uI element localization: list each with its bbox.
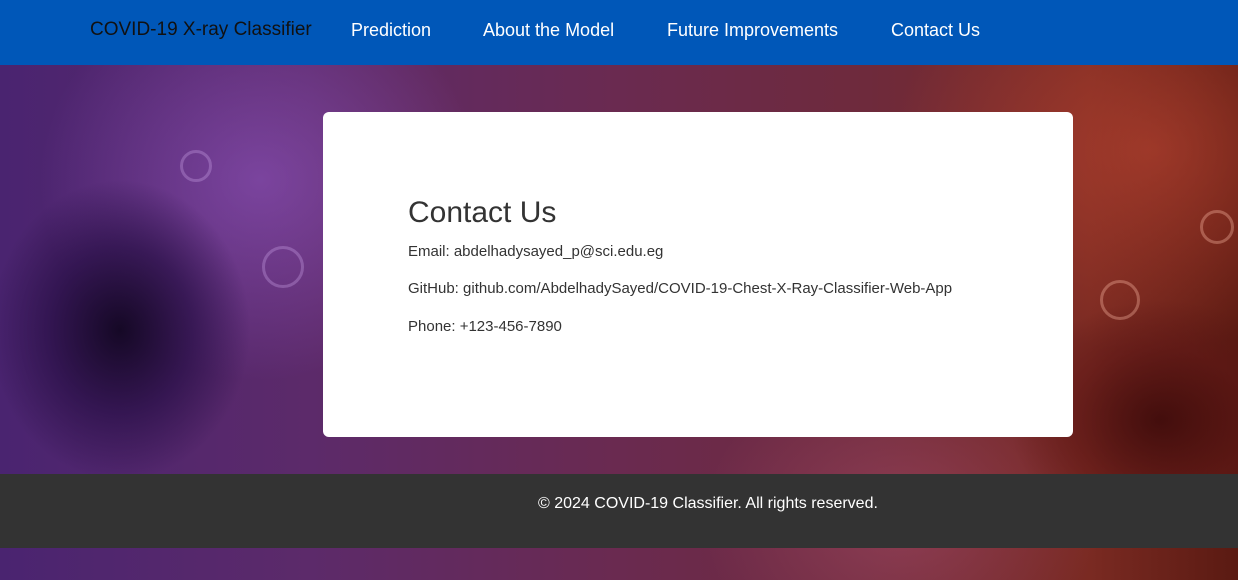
brand-title[interactable]: COVID-19 X-ray Classifier: [90, 19, 312, 41]
virus-spike-decoration: [262, 246, 304, 288]
page-footer: © 2024 COVID-19 Classifier. All rights r…: [0, 474, 1238, 548]
contact-email: Email: abdelhadysayed_p@sci.edu.eg: [408, 243, 664, 260]
contact-card: Contact Us Email: abdelhadysayed_p@sci.e…: [323, 112, 1073, 437]
virus-spike-decoration: [180, 150, 212, 182]
virus-spike-decoration: [1200, 210, 1234, 244]
top-navbar: COVID-19 X-ray Classifier Prediction Abo…: [0, 0, 1238, 65]
nav-link-prediction[interactable]: Prediction: [351, 20, 431, 41]
contact-title: Contact Us: [408, 196, 557, 229]
footer-copyright: © 2024 COVID-19 Classifier. All rights r…: [538, 495, 878, 512]
nav-link-contact-us[interactable]: Contact Us: [891, 20, 980, 41]
contact-github: GitHub: github.com/AbdelhadySayed/COVID-…: [408, 280, 953, 297]
nav-link-about-model[interactable]: About the Model: [483, 20, 614, 41]
nav-link-future-improvements[interactable]: Future Improvements: [667, 20, 838, 41]
virus-spike-decoration: [1100, 280, 1140, 320]
contact-phone: Phone: +123-456-7890: [408, 318, 562, 335]
